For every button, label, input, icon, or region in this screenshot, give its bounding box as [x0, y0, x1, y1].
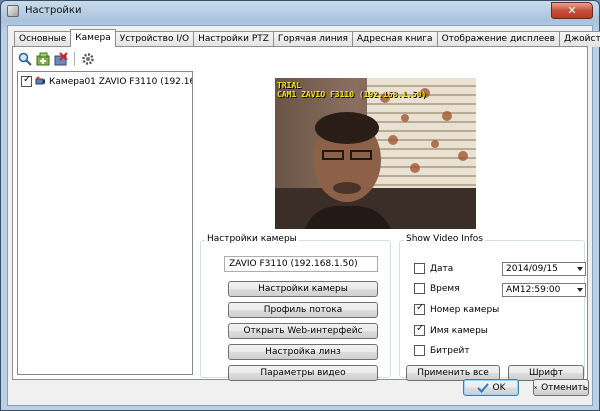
tab-ptz-settings[interactable]: Настройки PTZ: [193, 31, 274, 47]
camera-list-item-label: Камера01 ZAVIO F3110 (192.168.1.5: [49, 76, 192, 87]
tab-address-book[interactable]: Адресная книга: [351, 31, 438, 47]
tab-camera[interactable]: Камера: [70, 29, 116, 47]
time-value: AM12:59:00: [506, 285, 561, 295]
camera-preview: TRIAL CAM1 ZAVIO F3110 (192.168.1.50): [275, 78, 476, 229]
toolbar-separator: [74, 52, 75, 66]
camera-toolbar: [17, 51, 96, 67]
checkmark-icon: [476, 382, 489, 393]
cancel-label: Отменить: [541, 382, 588, 393]
add-camera-icon[interactable]: [35, 51, 51, 67]
app-icon: [7, 5, 19, 17]
time-dropdown[interactable]: AM12:59:00: [502, 283, 586, 297]
date-option[interactable]: Дата: [414, 263, 453, 274]
time-label: Время: [430, 283, 460, 294]
stream-profile-button[interactable]: Профиль потока: [228, 302, 378, 318]
bitrate-option[interactable]: Битрейт: [414, 345, 470, 356]
tab-hotline[interactable]: Горячая линия: [272, 31, 353, 47]
camera-number-option[interactable]: Номер камеры: [414, 302, 500, 315]
bitrate-checkbox[interactable]: [414, 345, 425, 356]
cancel-button[interactable]: Отменить: [533, 379, 589, 396]
bitrate-label: Битрейт: [430, 345, 470, 356]
camera-list[interactable]: Камера01 ZAVIO F3110 (192.168.1.5: [17, 71, 193, 375]
tab-general[interactable]: Основные: [14, 31, 72, 47]
camera-settings-group: Настройки камеры ZAVIO F3110 (192.168.1.…: [200, 234, 391, 381]
camera-number-checkbox[interactable]: [414, 302, 425, 315]
tab-display[interactable]: Отображение дисплеев: [436, 31, 560, 47]
camera-tab-panel: Камера01 ZAVIO F3110 (192.168.1.5: [12, 46, 588, 381]
camera-icon: [35, 76, 45, 85]
open-web-interface-button[interactable]: Открыть Web-интерфейс: [228, 323, 378, 339]
settings-icon[interactable]: [80, 51, 96, 67]
preview-image: [275, 78, 476, 229]
chevron-down-icon: [577, 267, 583, 271]
camera-name-field[interactable]: ZAVIO F3110 (192.168.1.50): [224, 256, 378, 272]
date-dropdown[interactable]: 2014/09/15: [502, 262, 586, 276]
camera-settings-title: Настройки камеры: [205, 234, 299, 244]
tab-joystick[interactable]: Джойстик: [559, 31, 600, 47]
preview-camera-label: CAM1 ZAVIO F3110 (192.168.1.50): [277, 90, 427, 99]
camera-list-item[interactable]: Камера01 ZAVIO F3110 (192.168.1.5: [21, 74, 192, 88]
date-value: 2014/09/15: [506, 264, 558, 274]
camera-name-option[interactable]: Имя камеры: [414, 323, 488, 336]
time-option[interactable]: Время: [414, 283, 460, 294]
video-infos-group: Show Video Infos Дата 2014/09/15 Время A…: [399, 234, 586, 381]
dialog-body: Основные Камера Устройство I/O Настройки…: [7, 25, 600, 406]
time-checkbox[interactable]: [414, 283, 425, 294]
close-icon: [534, 386, 537, 389]
delete-camera-icon[interactable]: [53, 51, 69, 67]
date-label: Дата: [430, 263, 454, 274]
camera-settings-button[interactable]: Настройки камеры: [228, 281, 378, 297]
tab-strip: Основные Камера Устройство I/O Настройки…: [14, 29, 600, 47]
ok-label: OK: [492, 382, 506, 393]
lens-settings-button[interactable]: Настройка линз: [228, 344, 378, 360]
camera-number-label: Номер камеры: [430, 304, 500, 315]
date-checkbox[interactable]: [414, 263, 425, 274]
title-bar[interactable]: Настройки ✕: [1, 1, 599, 21]
chevron-down-icon: [577, 288, 583, 292]
video-params-button[interactable]: Параметры видео: [228, 365, 378, 381]
tab-io-device[interactable]: Устройство I/O: [114, 31, 195, 47]
camera-name-label: Имя камеры: [430, 325, 488, 336]
camera-name-checkbox[interactable]: [414, 323, 425, 336]
close-button[interactable]: ✕: [551, 2, 593, 19]
search-icon[interactable]: [17, 51, 33, 67]
ok-button[interactable]: OK: [463, 379, 519, 396]
window-title: Настройки: [25, 5, 82, 16]
video-infos-title: Show Video Infos: [404, 234, 485, 244]
preview-trial-label: TRIAL: [277, 81, 302, 90]
settings-window: Настройки ✕ Основные Камера Устройство I…: [0, 0, 600, 411]
camera-enable-checkbox[interactable]: [21, 74, 32, 87]
